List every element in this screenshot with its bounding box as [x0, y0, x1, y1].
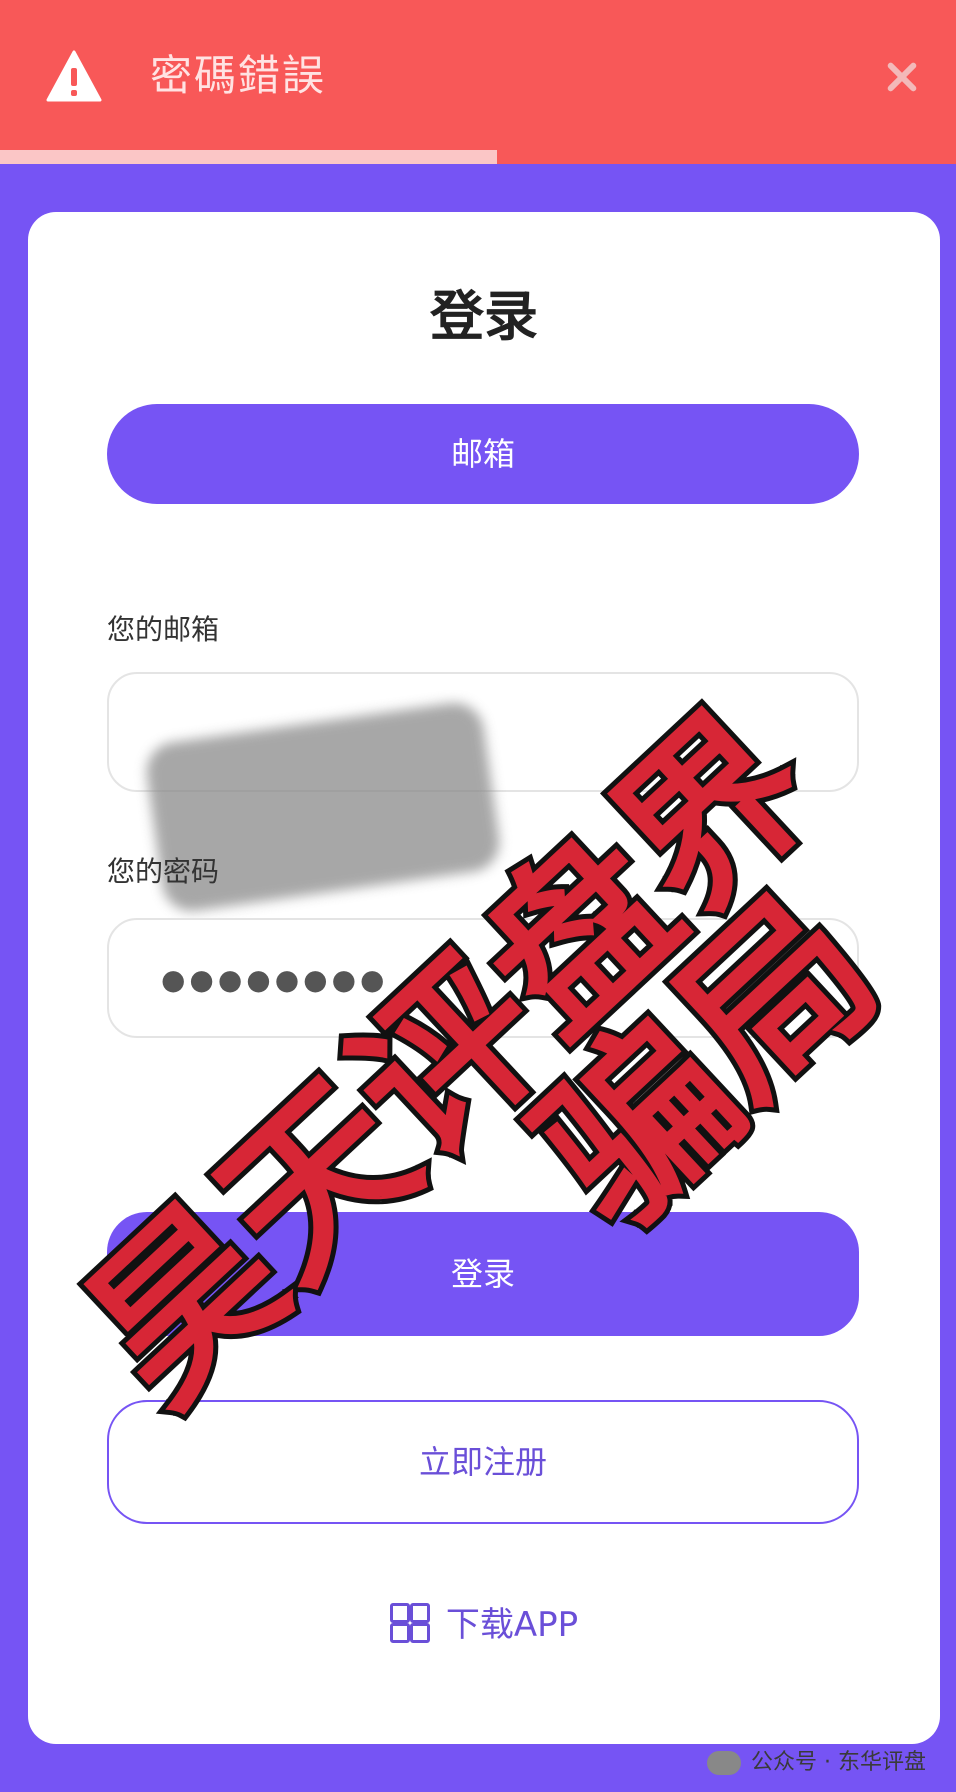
toast-progress-track [0, 150, 956, 164]
error-toast: 密碼錯誤 [0, 0, 956, 164]
login-card: 登录 邮箱 您的邮箱 您的密码 ●●●●●●●● 登录 立即注册 下载APP [28, 212, 940, 1744]
email-label: 您的邮箱 [107, 613, 220, 646]
tab-email[interactable]: 邮箱 [107, 404, 859, 504]
page-title: 登录 [430, 285, 538, 348]
close-icon[interactable] [882, 58, 920, 96]
watermark-text: 公众号 · 东华评盘 [751, 1750, 926, 1775]
password-mask: ●●●●●●●● [161, 963, 389, 996]
grid-icon [389, 1602, 430, 1643]
password-field[interactable]: ●●●●●●●● [107, 918, 859, 1038]
toast-progress-bar [0, 150, 498, 164]
password-label: 您的密码 [107, 855, 220, 888]
register-button[interactable]: 立即注册 [107, 1400, 859, 1524]
wechat-icon [707, 1751, 742, 1775]
watermark: 公众号 · 东华评盘 [707, 1746, 926, 1780]
download-label: 下载APP [445, 1605, 579, 1645]
warning-triangle-icon [46, 50, 102, 102]
login-button[interactable]: 登录 [107, 1212, 859, 1336]
toast-message: 密碼錯誤 [150, 51, 327, 100]
download-app-link[interactable]: 下载APP [28, 1600, 940, 1650]
